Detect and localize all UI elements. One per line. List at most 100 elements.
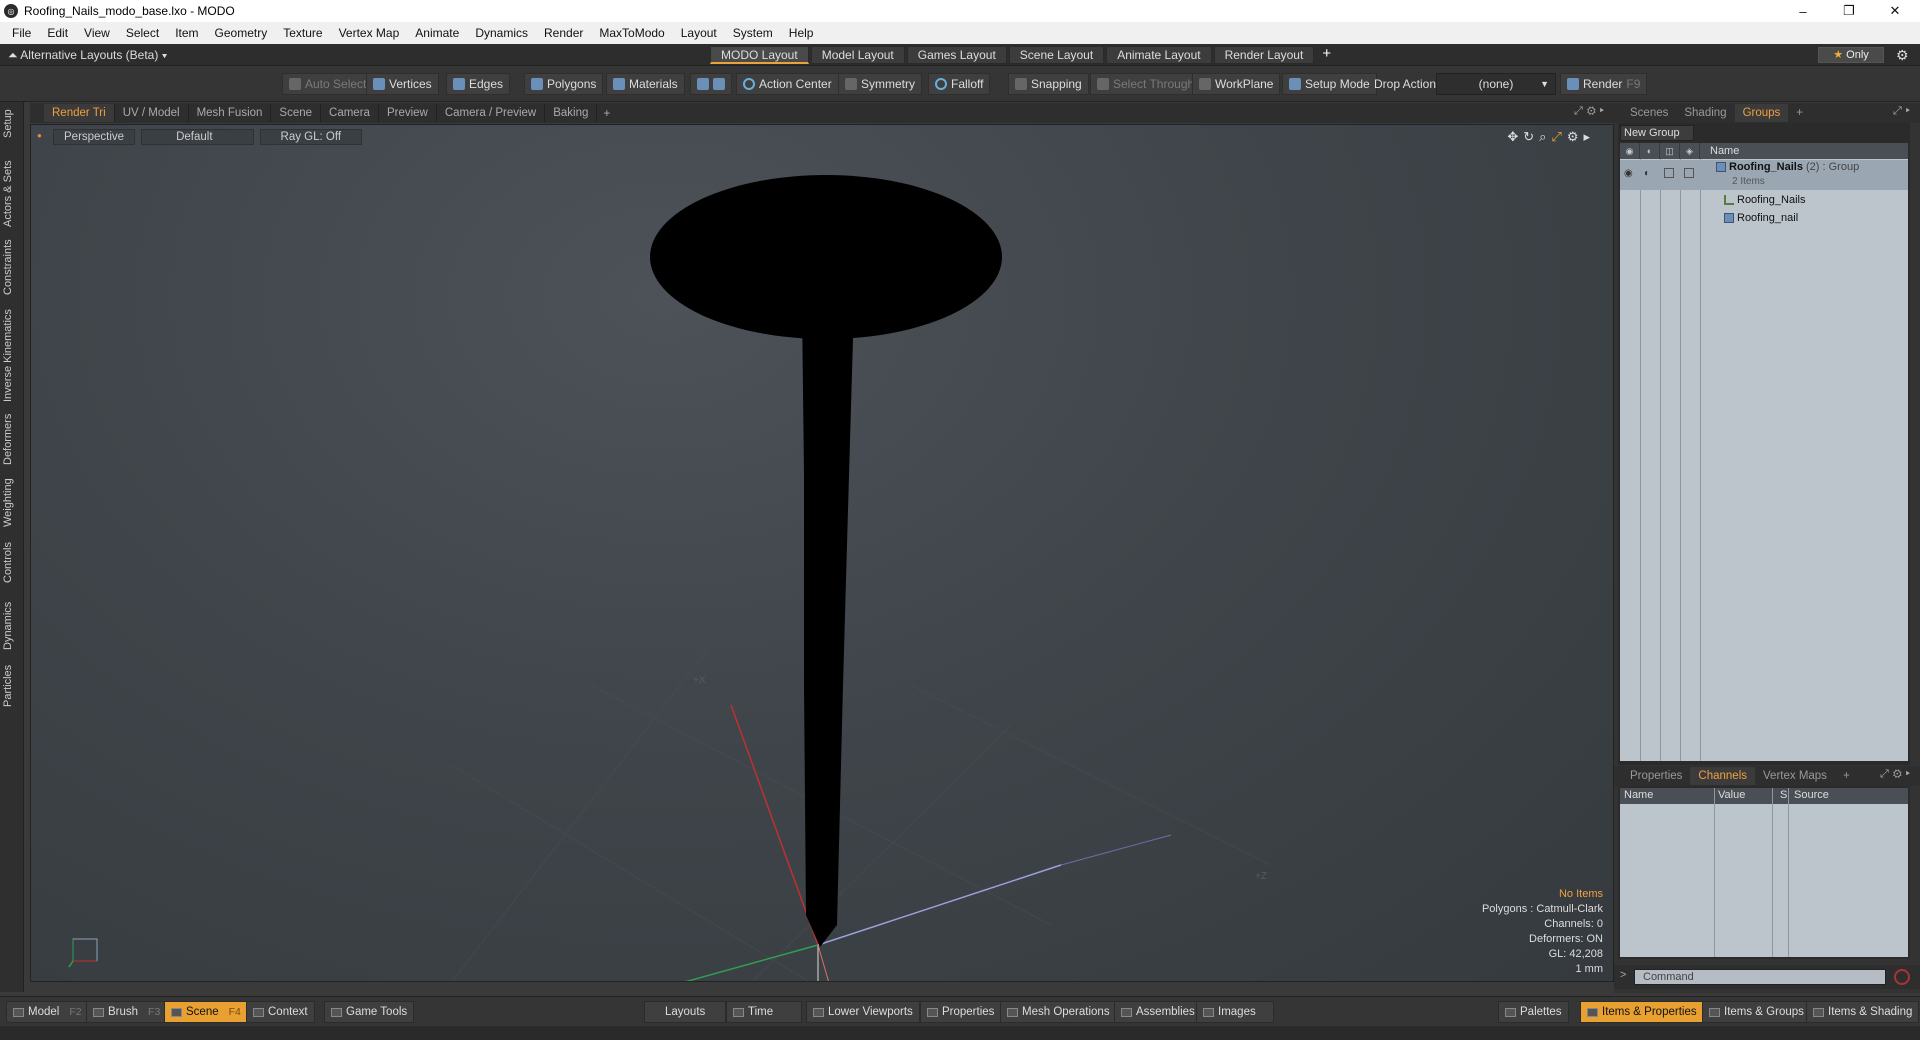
3d-viewport[interactable]: +X +Z ● Perspective Default Ray GL: Off …: [30, 124, 1614, 982]
action-center-button[interactable]: Action Center: [736, 73, 839, 95]
chevron-right-icon[interactable]: ▸: [1600, 105, 1608, 117]
images-button[interactable]: Images: [1196, 1001, 1274, 1023]
tab-render-layout[interactable]: Render Layout: [1213, 46, 1315, 64]
palettes-button[interactable]: Palettes: [1498, 1001, 1569, 1023]
setup-mode-button[interactable]: Setup Mode: [1282, 73, 1377, 95]
tab-properties[interactable]: Properties: [1622, 767, 1690, 785]
minimize-button[interactable]: –: [1780, 0, 1826, 22]
scene-button[interactable]: Scene F4: [164, 1001, 248, 1023]
tab-baking[interactable]: Baking: [545, 104, 598, 122]
drop-action-select[interactable]: (none) ▼: [1436, 73, 1556, 95]
lock-checkbox[interactable]: [1664, 168, 1674, 178]
rotate-icon[interactable]: ↻: [1523, 129, 1539, 144]
maximize-icon[interactable]: ⤢: [1893, 105, 1906, 117]
vtab-constraints[interactable]: Constraints: [2, 236, 22, 298]
maximize-icon[interactable]: ⤢: [1574, 105, 1587, 117]
vtab-controls[interactable]: Controls: [2, 538, 22, 588]
render-button[interactable]: Render F9: [1560, 73, 1648, 95]
tab-games-layout[interactable]: Games Layout: [906, 46, 1007, 64]
selection-sets-button[interactable]: [690, 73, 732, 95]
menu-select[interactable]: Select: [118, 26, 167, 40]
eye-icon[interactable]: ◉: [1624, 168, 1633, 179]
chevron-right-icon[interactable]: ▸: [1906, 768, 1914, 780]
tab-shading[interactable]: Shading: [1676, 104, 1734, 122]
menu-geometry[interactable]: Geometry: [207, 26, 276, 40]
render-column-icon[interactable]: ◐: [1640, 143, 1660, 159]
new-group-button[interactable]: New Group: [1620, 125, 1694, 141]
vtab-dynamics[interactable]: Dynamics: [2, 598, 22, 654]
chevron-right-icon[interactable]: ▸: [1583, 129, 1595, 144]
select-checkbox[interactable]: [1684, 168, 1694, 178]
vtab-actors-sets[interactable]: Actors & Sets: [2, 158, 22, 230]
items-properties-button[interactable]: Items & Properties: [1580, 1001, 1704, 1023]
menu-file[interactable]: File: [4, 26, 39, 40]
tab-groups[interactable]: Groups: [1734, 104, 1789, 122]
close-button[interactable]: ✕: [1872, 0, 1918, 22]
raygl-toggle[interactable]: Ray GL: Off: [259, 129, 363, 145]
brush-button[interactable]: Brush F3: [86, 1001, 168, 1023]
groups-panel-options[interactable]: ⤢▸: [1893, 105, 1914, 118]
menu-edit[interactable]: Edit: [39, 26, 76, 40]
tab-channels[interactable]: Channels: [1690, 767, 1756, 785]
menu-render[interactable]: Render: [536, 26, 591, 40]
vertices-button[interactable]: Vertices: [366, 73, 439, 95]
tab-mesh-fusion[interactable]: Mesh Fusion: [189, 104, 272, 122]
items-groups-button[interactable]: Items & Groups: [1702, 1001, 1811, 1023]
zoom-icon[interactable]: ⌕: [1539, 129, 1551, 144]
fit-icon[interactable]: ⤢: [1551, 129, 1566, 144]
add-viewport-tab-button[interactable]: +: [597, 106, 616, 120]
gear-icon[interactable]: ⚙: [1896, 47, 1909, 64]
add-panel-tab-button[interactable]: +: [1788, 104, 1811, 122]
tree-item-roofing-nail[interactable]: Roofing_nail: [1620, 209, 1908, 227]
gear-icon[interactable]: ⚙: [1567, 129, 1584, 144]
menu-animate[interactable]: Animate: [407, 26, 467, 40]
context-button[interactable]: Context: [246, 1001, 315, 1023]
tab-render-tri[interactable]: Render Tri: [44, 104, 115, 122]
edges-button[interactable]: Edges: [446, 73, 511, 95]
tab-camera[interactable]: Camera: [321, 104, 379, 122]
group-row-roofing-nails[interactable]: ◉ ◐ Roofing_Nails (2) : Group 2 Items: [1620, 160, 1908, 190]
command-input[interactable]: Command: [1634, 969, 1886, 985]
visibility-column-icon[interactable]: ◉: [1620, 143, 1640, 159]
assemblies-button[interactable]: Assemblies: [1114, 1001, 1202, 1023]
menu-dynamics[interactable]: Dynamics: [467, 26, 536, 40]
snapping-button[interactable]: Snapping: [1008, 73, 1089, 95]
vtab-deformers[interactable]: Deformers: [2, 410, 22, 468]
symmetry-button[interactable]: Symmetry: [838, 73, 922, 95]
falloff-button[interactable]: Falloff: [928, 73, 991, 95]
maximize-button[interactable]: ❐: [1826, 0, 1872, 22]
record-icon[interactable]: [1894, 969, 1910, 985]
gear-icon[interactable]: ⚙: [1893, 768, 1906, 780]
layouts-button[interactable]: Layouts: [644, 1001, 727, 1023]
alternative-layouts-dropdown[interactable]: ⏶ Alternative Layouts (Beta) ▾: [8, 48, 168, 63]
menu-maxtomodo[interactable]: MaxToModo: [591, 26, 672, 40]
tab-scene[interactable]: Scene: [271, 104, 322, 122]
items-shading-button[interactable]: Items & Shading: [1806, 1001, 1920, 1023]
add-panel-tab-button[interactable]: +: [1835, 767, 1858, 785]
tab-camera-preview[interactable]: Camera / Preview: [437, 104, 546, 122]
menu-system[interactable]: System: [725, 26, 781, 40]
render-icon[interactable]: ◐: [1644, 168, 1650, 179]
tab-modo-layout[interactable]: MODO Layout: [710, 46, 809, 64]
projection-dropdown[interactable]: Perspective: [53, 129, 136, 145]
tab-scenes[interactable]: Scenes: [1622, 104, 1676, 122]
select-column-icon[interactable]: ◈: [1680, 143, 1700, 159]
viewport-menu-icon[interactable]: ●: [37, 129, 47, 145]
add-layout-button[interactable]: +: [1316, 46, 1337, 64]
menu-item[interactable]: Item: [167, 26, 206, 40]
chevron-right-icon[interactable]: ▸: [1906, 105, 1914, 117]
mesh-operations-button[interactable]: Mesh Operations: [1000, 1001, 1117, 1023]
vtab-weighting[interactable]: Weighting: [2, 474, 22, 532]
auto-select-button[interactable]: Auto Select: [282, 73, 374, 95]
shading-dropdown[interactable]: Default: [141, 129, 254, 145]
menu-layout[interactable]: Layout: [673, 26, 725, 40]
only-toggle[interactable]: ★ Only: [1818, 47, 1884, 63]
tab-preview[interactable]: Preview: [379, 104, 437, 122]
lock-column-icon[interactable]: ◫: [1660, 143, 1680, 159]
polygons-button[interactable]: Polygons: [524, 73, 604, 95]
select-through-button[interactable]: Select Through: [1090, 73, 1202, 95]
pan-icon[interactable]: ✥: [1507, 129, 1523, 144]
vtab-inverse-kinematics[interactable]: Inverse Kinematics: [2, 306, 22, 406]
vtab-particles[interactable]: Particles: [2, 660, 22, 712]
channels-panel-options[interactable]: ⤢⚙▸: [1880, 768, 1914, 781]
